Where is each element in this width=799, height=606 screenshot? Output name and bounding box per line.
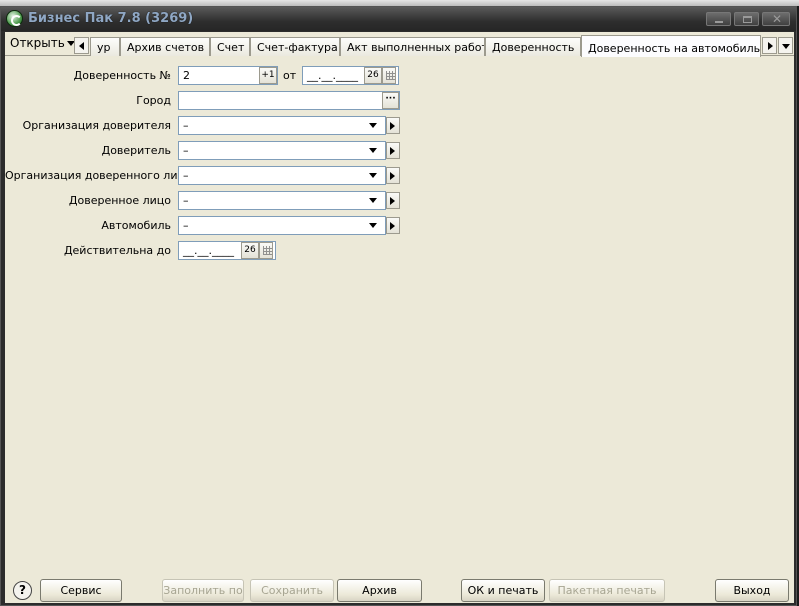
tab-label: Счет-фактура <box>257 41 338 54</box>
car-open-button[interactable] <box>386 217 400 234</box>
org-principal-open-button[interactable] <box>386 117 400 134</box>
chevron-down-icon <box>369 123 377 128</box>
tab-work-act[interactable]: Акт выполненных работ <box>340 37 485 56</box>
principal-open-button[interactable] <box>386 142 400 159</box>
agent-value: – <box>183 194 189 207</box>
arrow-right-icon <box>390 122 395 130</box>
help-icon[interactable]: ? <box>13 581 32 600</box>
tab-label: Архив счетов <box>127 41 205 54</box>
agent-select[interactable]: – <box>178 191 386 210</box>
chevron-down-icon <box>782 44 790 49</box>
archive-button[interactable]: Архив <box>337 579 422 602</box>
valid-until-label: Действительна до <box>63 244 171 257</box>
maximize-button[interactable] <box>734 12 759 26</box>
date-picker-button[interactable] <box>382 67 396 84</box>
number-label: Доверенность № <box>73 69 171 82</box>
arrow-right-icon <box>390 197 395 205</box>
tab-car-power-of-attorney[interactable]: Доверенность на автомобиль✕ <box>581 35 761 57</box>
window-title: Бизнес Пак 7.8 (3269) <box>28 11 194 26</box>
chevron-down-icon <box>369 223 377 228</box>
app-logo-icon <box>6 10 23 27</box>
tab-contracts[interactable]: ур <box>90 37 120 56</box>
valid-until-calendar-button[interactable]: 26 <box>241 242 259 259</box>
org-principal-label: Организация доверителя <box>22 119 171 132</box>
number-value: 2 <box>183 69 190 82</box>
tab-label: Акт выполненных работ <box>347 41 485 54</box>
save-button[interactable]: Сохранить <box>250 579 334 602</box>
city-label: Город <box>136 94 171 107</box>
arrow-right-icon <box>390 222 395 230</box>
tab-bar: Открыть ур Архив счетов Счет Счет-фактур… <box>5 32 794 57</box>
client-area: Открыть ур Архив счетов Счет Счет-фактур… <box>5 32 794 603</box>
ok-print-button[interactable]: ОК и печать <box>461 579 545 602</box>
number-field[interactable]: 2 +1 <box>178 66 278 85</box>
app-window: Бизнес Пак 7.8 (3269) ✕ Открыть ур Архив… <box>0 6 797 606</box>
arrow-left-icon <box>79 42 84 50</box>
arrow-right-icon <box>768 42 773 50</box>
tab-power-of-attorney[interactable]: Доверенность <box>485 37 581 56</box>
bottom-toolbar: ? Сервис Заполнить по Сохранить Архив ОК… <box>5 573 794 603</box>
org-principal-value: – <box>183 119 189 132</box>
service-button[interactable]: Сервис <box>40 579 122 602</box>
close-icon: ✕ <box>772 12 783 26</box>
principal-label: Доверитель <box>101 144 171 157</box>
maximize-icon <box>743 16 752 23</box>
increment-button[interactable]: +1 <box>259 67 277 84</box>
org-agent-open-button[interactable] <box>386 167 400 184</box>
date-value: __.__.____ <box>307 69 358 82</box>
calendar-button[interactable]: 26 <box>364 67 382 84</box>
tab-invoice-archive[interactable]: Архив счетов <box>120 37 210 56</box>
minimize-icon <box>715 21 723 23</box>
open-menu-button[interactable]: Открыть <box>8 36 77 52</box>
tab-vat-invoice[interactable]: Счет-фактура <box>250 37 340 56</box>
from-label: от <box>283 69 297 82</box>
org-principal-select[interactable]: – <box>178 116 386 135</box>
tabs-scroll-right-button[interactable] <box>762 37 777 54</box>
city-input[interactable]: ··· <box>178 91 400 110</box>
tab-label: Доверенность на автомобиль <box>588 42 761 55</box>
agent-label: Доверенное лицо <box>68 194 171 207</box>
valid-until-field[interactable]: __.__.____ 26 <box>178 241 276 260</box>
valid-until-value: __.__.____ <box>183 244 234 257</box>
arrow-right-icon <box>390 147 395 155</box>
date-field[interactable]: __.__.____ 26 <box>302 66 399 85</box>
fill-from-button[interactable]: Заполнить по <box>162 579 244 602</box>
arrow-right-icon <box>390 172 395 180</box>
tab-label: ур <box>97 41 111 54</box>
tab-invoice[interactable]: Счет <box>210 37 250 56</box>
chevron-down-icon <box>369 173 377 178</box>
chevron-down-icon <box>369 148 377 153</box>
tabs-list-button[interactable] <box>778 37 793 54</box>
principal-select[interactable]: – <box>178 141 386 160</box>
tab-label: Счет <box>217 41 245 54</box>
city-select-button[interactable]: ··· <box>382 92 399 109</box>
title-bar: Бизнес Пак 7.8 (3269) ✕ <box>1 7 796 31</box>
car-value: – <box>183 219 189 232</box>
car-select[interactable]: – <box>178 216 386 235</box>
minimize-button[interactable] <box>706 12 731 26</box>
tabs-scroll-left-button[interactable] <box>74 37 89 54</box>
open-menu-label: Открыть <box>10 36 65 50</box>
org-agent-value: – <box>183 169 189 182</box>
calendar-grid-icon <box>263 246 272 255</box>
exit-button[interactable]: Выход <box>715 579 789 602</box>
org-agent-label: Организация доверенного лица <box>5 169 192 182</box>
org-agent-select[interactable]: – <box>178 166 386 185</box>
batch-print-button[interactable]: Пакетная печать <box>549 579 665 602</box>
valid-until-picker-button[interactable] <box>259 242 273 259</box>
tab-label: Доверенность <box>492 41 575 54</box>
chevron-down-icon <box>369 198 377 203</box>
agent-open-button[interactable] <box>386 192 400 209</box>
car-label: Автомобиль <box>101 219 171 232</box>
close-window-button[interactable]: ✕ <box>762 12 790 26</box>
calendar-grid-icon <box>386 71 395 80</box>
principal-value: – <box>183 144 189 157</box>
